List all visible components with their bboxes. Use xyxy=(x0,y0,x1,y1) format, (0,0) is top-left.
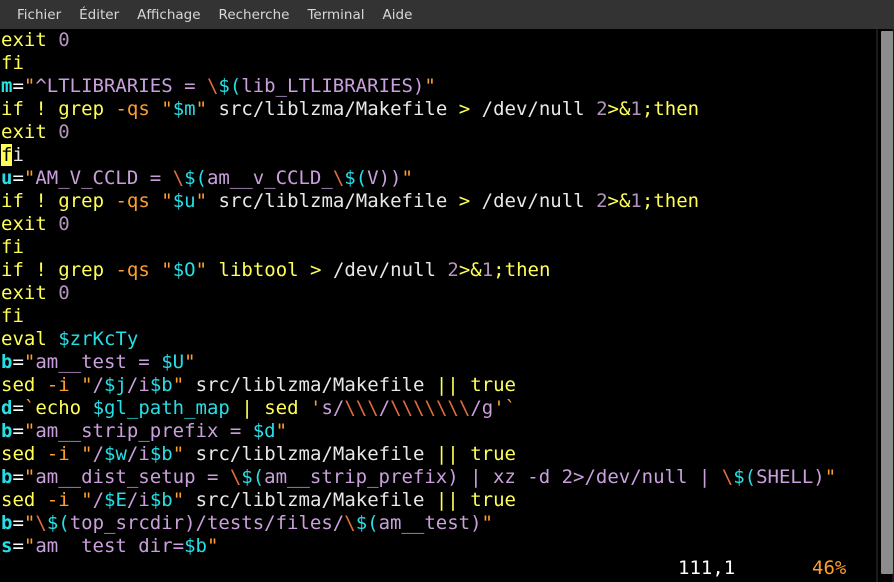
editor-line[interactable]: if ! grep -qs "$u" src/liblzma/Makefile … xyxy=(0,190,876,213)
cursor-position-indicator: 111,1 xyxy=(678,557,736,579)
menu-aide[interactable]: Aide xyxy=(374,4,422,26)
scrollbar-track[interactable] xyxy=(878,29,893,582)
editor-line[interactable]: b="\$(top_srcdir)/tests/files/\$(am__tes… xyxy=(0,512,876,535)
editor-line[interactable]: sed -i "/$j/i$b" src/liblzma/Makefile ||… xyxy=(0,374,876,397)
editor-line[interactable]: d=`echo $gl_path_map | sed 's/\\\/\\\\\\… xyxy=(0,397,876,420)
editor-status-line: 111,1 46% xyxy=(0,555,876,582)
menu-fichier[interactable]: Fichier xyxy=(8,4,70,26)
editor-line[interactable]: b="am__strip_prefix = $d" xyxy=(0,420,876,443)
editor-line[interactable]: b="am__test = $U" xyxy=(0,351,876,374)
editor-line[interactable]: sed -i "/$E/i$b" src/liblzma/Makefile ||… xyxy=(0,489,876,512)
text-cursor: f xyxy=(1,144,13,166)
terminal-window: exit 0 fi m="^LTLIBRARIES = \$(lib_LTLIBRA… xyxy=(0,29,894,582)
editor-line[interactable]: eval $zrKcTy xyxy=(0,328,876,351)
editor-line[interactable]: fi xyxy=(0,144,876,167)
editor-line[interactable]: m="^LTLIBRARIES = \$(lib_LTLIBRARIES)" xyxy=(0,75,876,98)
editor-line[interactable]: if ! grep -qs "$O" libtool > /dev/null 2… xyxy=(0,259,876,282)
editor-line[interactable]: exit 0 xyxy=(0,121,876,144)
editor-line[interactable]: exit 0 xyxy=(0,282,876,305)
editor-line[interactable]: if ! grep -qs "$m" src/liblzma/Makefile … xyxy=(0,98,876,121)
scrollbar-thumb[interactable] xyxy=(881,31,893,575)
editor-text-area[interactable]: exit 0 fi m="^LTLIBRARIES = \$(lib_LTLIBRA… xyxy=(0,29,876,582)
vertical-scrollbar[interactable] xyxy=(876,29,894,582)
menu-recherche[interactable]: Recherche xyxy=(210,4,299,26)
editor-line[interactable]: sed -i "/$w/i$b" src/liblzma/Makefile ||… xyxy=(0,443,876,466)
editor-line[interactable]: fi xyxy=(0,236,876,259)
editor-line[interactable]: b="am__dist_setup = \$(am__strip_prefix)… xyxy=(0,466,876,489)
editor-line[interactable]: fi xyxy=(0,52,876,75)
editor-line[interactable]: exit 0 xyxy=(0,213,876,236)
editor-line[interactable]: u="AM_V_CCLD = \$(am__v_CCLD_\$(V))" xyxy=(0,167,876,190)
scroll-percent-indicator: 46% xyxy=(812,557,847,579)
menu-editer[interactable]: Éditer xyxy=(70,4,128,26)
menu-bar: Fichier Éditer Affichage Recherche Termi… xyxy=(0,0,894,29)
editor-line[interactable]: fi xyxy=(0,305,876,328)
editor-line[interactable]: exit 0 xyxy=(0,29,876,52)
menu-affichage[interactable]: Affichage xyxy=(128,4,209,26)
menu-terminal[interactable]: Terminal xyxy=(298,4,373,26)
